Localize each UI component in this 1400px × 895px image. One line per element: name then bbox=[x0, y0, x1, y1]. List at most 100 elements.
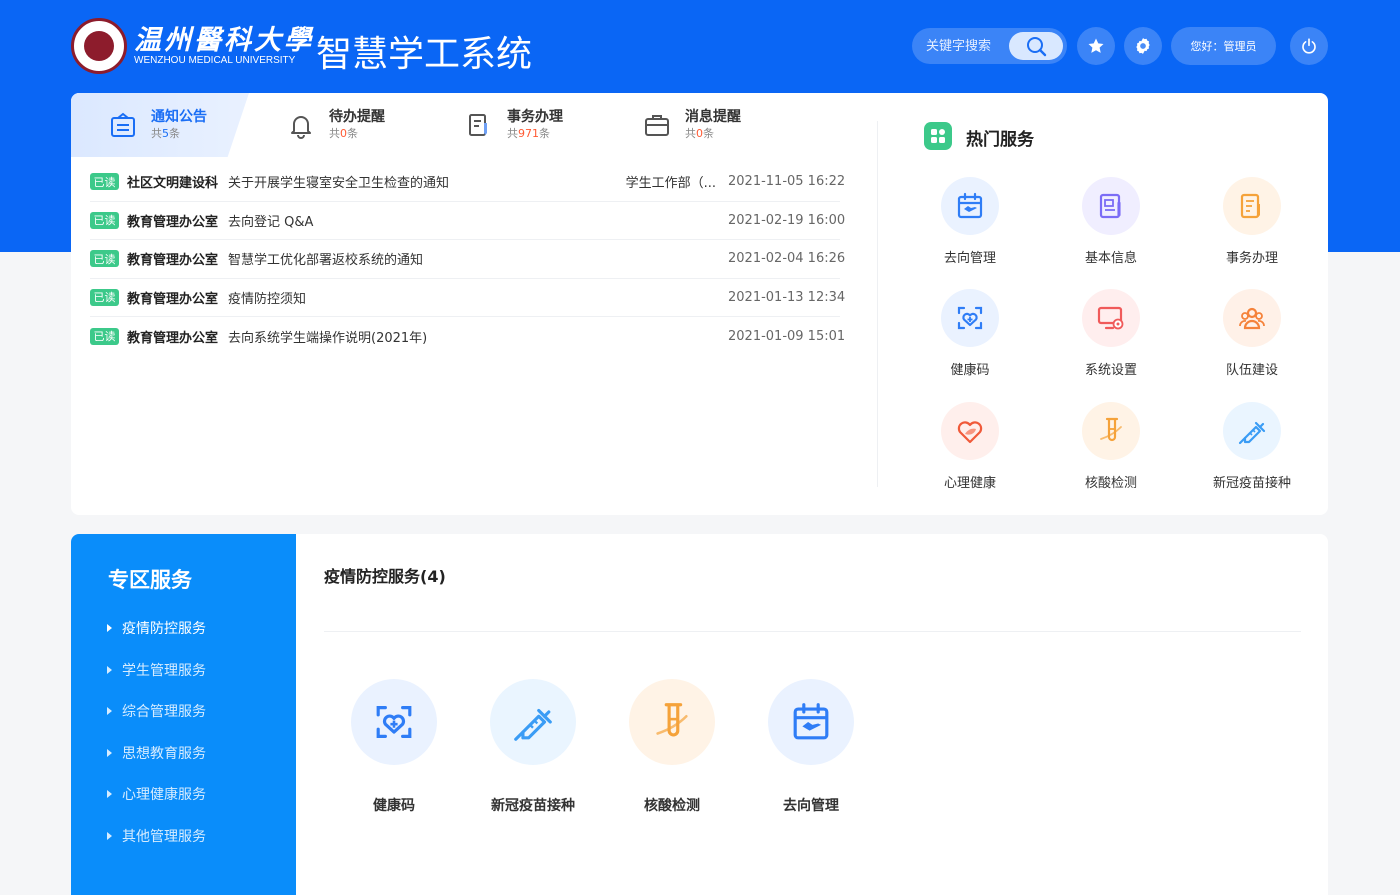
notice-title[interactable]: 去向登记 Q&A bbox=[228, 211, 716, 230]
caret-right-icon bbox=[107, 707, 112, 715]
zone-menu-label: 思想教育服务 bbox=[122, 745, 206, 762]
calendar-plane-icon bbox=[793, 703, 829, 740]
notice-title[interactable]: 疫情防控须知 bbox=[228, 288, 716, 307]
hot-service-item[interactable]: 事务办理 bbox=[1197, 177, 1307, 285]
notice-time: 2021-11-05 16:22 bbox=[728, 174, 846, 190]
user-greeting[interactable]: 您好：管理员 bbox=[1171, 27, 1276, 65]
heart-leaf-icon bbox=[957, 421, 983, 444]
university-name-en: WENZHOU MEDICAL UNIVERSITY bbox=[134, 55, 296, 66]
gear-icon bbox=[1136, 38, 1150, 54]
zone-menu-item[interactable]: 综合管理服务 bbox=[107, 701, 206, 721]
notice-row[interactable]: 已读 教育管理办公室 去向登记 Q&A 2021-02-19 16:00 bbox=[90, 202, 845, 240]
zone-menu-item[interactable]: 其他管理服务 bbox=[107, 826, 206, 846]
notice-title[interactable]: 智慧学工优化部署返校系统的通知 bbox=[228, 249, 716, 268]
zone-service-item[interactable]: 去向管理 bbox=[746, 679, 876, 815]
hot-services-title: 热门服务 bbox=[966, 130, 1034, 150]
overview-card: 通知公告 共5条 待办提醒 共0条 事务办理 共971条 消息提醒 共0条 已读… bbox=[71, 93, 1328, 515]
notice-time: 2021-02-04 16:26 bbox=[728, 251, 846, 267]
hot-service-item[interactable]: 核酸检测 bbox=[1056, 402, 1166, 510]
zone-menu-label: 疫情防控服务 bbox=[122, 621, 206, 637]
favorites-button[interactable] bbox=[1077, 27, 1115, 65]
hot-service-item[interactable]: 健康码 bbox=[915, 289, 1025, 397]
read-badge: 已读 bbox=[90, 173, 119, 191]
tab-affairs[interactable]: 事务办理 共971条 bbox=[465, 93, 563, 157]
notice-row[interactable]: 已读 教育管理办公室 去向系统学生端操作说明(2021年) 2021-01-09… bbox=[90, 317, 845, 356]
hot-service-icon-circle bbox=[1082, 177, 1140, 235]
monitor-gear-icon bbox=[1097, 306, 1124, 330]
zone-menu-label: 心理健康服务 bbox=[122, 787, 206, 803]
notice-department: 教育管理办公室 bbox=[127, 253, 219, 269]
hot-service-label: 基本信息 bbox=[1084, 251, 1137, 266]
zone-service-icon-circle bbox=[351, 679, 437, 765]
tab-todo-title: 待办提醒 bbox=[329, 109, 385, 125]
star-icon bbox=[1088, 38, 1104, 53]
search-button[interactable] bbox=[1009, 32, 1063, 60]
zone-service-label: 核酸检测 bbox=[644, 798, 700, 814]
tab-notices-count: 共5条 bbox=[151, 127, 180, 140]
profile-card-icon bbox=[1099, 193, 1121, 219]
zone-service-icon-circle bbox=[768, 679, 854, 765]
notice-row[interactable]: 已读 教育管理办公室 疫情防控须知 2021-01-13 12:34 bbox=[90, 279, 845, 317]
hot-service-label: 系统设置 bbox=[1084, 363, 1137, 378]
zone-services-card: 专区服务 疫情防控服务学生管理服务 综合管理服务思想教育服务 心理健康服务其他管理服… bbox=[71, 534, 1328, 895]
tab-todo[interactable]: 待办提醒 共0条 bbox=[287, 93, 385, 157]
tab-notices[interactable]: 通知公告 共5条 bbox=[71, 93, 249, 157]
notice-title[interactable]: 去向系统学生端操作说明(2021年) bbox=[228, 327, 716, 346]
hot-service-icon-circle bbox=[941, 177, 999, 235]
test-tube-icon bbox=[1100, 417, 1122, 442]
read-badge: 已读 bbox=[90, 288, 119, 306]
zone-menu-item[interactable]: 学生管理服务 bbox=[107, 660, 206, 680]
hot-service-icon-circle bbox=[1082, 289, 1140, 347]
search-input[interactable] bbox=[926, 37, 1016, 55]
zone-service-label: 去向管理 bbox=[783, 798, 839, 814]
hot-service-icon-circle bbox=[1082, 402, 1140, 460]
section-title: 疫情防控服务(4) bbox=[324, 567, 446, 586]
system-title: 智慧学工系统 bbox=[316, 34, 533, 75]
bell-icon bbox=[291, 116, 311, 139]
hot-service-item[interactable]: 系统设置 bbox=[1056, 289, 1166, 397]
hot-service-item[interactable]: 新冠疫苗接种 bbox=[1197, 402, 1307, 510]
hot-service-icon-circle bbox=[941, 402, 999, 460]
apps-grid-icon bbox=[924, 122, 952, 150]
logout-button[interactable] bbox=[1290, 27, 1328, 65]
test-tube-icon bbox=[656, 703, 688, 737]
hot-service-item[interactable]: 去向管理 bbox=[915, 177, 1025, 285]
caret-right-icon bbox=[107, 624, 112, 632]
university-name-cn: 温州醫科大學 bbox=[134, 25, 314, 56]
search-box bbox=[912, 28, 1067, 64]
hot-service-label: 队伍建设 bbox=[1225, 363, 1278, 378]
hot-service-label: 核酸检测 bbox=[1084, 476, 1137, 491]
notice-row[interactable]: 已读 教育管理办公室 智慧学工优化部署返校系统的通知 2021-02-04 16… bbox=[90, 240, 846, 279]
zone-sidebar: 专区服务 疫情防控服务学生管理服务 综合管理服务思想教育服务 心理健康服务其他管理服… bbox=[71, 534, 296, 895]
hot-service-label: 去向管理 bbox=[943, 251, 996, 266]
zone-menu-item[interactable]: 思想教育服务 bbox=[107, 743, 206, 763]
search-icon bbox=[1027, 37, 1047, 57]
tab-messages[interactable]: 消息提醒 共0条 bbox=[643, 93, 741, 157]
team-icon bbox=[1239, 307, 1265, 330]
syringe-icon bbox=[1238, 421, 1266, 445]
notice-department: 教育管理办公室 bbox=[127, 291, 219, 307]
zone-menu-item[interactable]: 心理健康服务 bbox=[107, 784, 206, 804]
notice-list: 已读 社区文明建设科 关于开展学生寝室安全卫生检查的通知 学生工作部（... 2… bbox=[90, 163, 846, 356]
document-edit-icon bbox=[469, 114, 487, 136]
notice-title[interactable]: 关于开展学生寝室安全卫生检查的通知 bbox=[228, 172, 626, 191]
zone-service-item[interactable]: 核酸检测 bbox=[607, 679, 737, 815]
caret-right-icon bbox=[107, 831, 112, 840]
zone-menu-item[interactable]: 疫情防控服务 bbox=[107, 618, 206, 638]
hot-service-item[interactable]: 基本信息 bbox=[1056, 177, 1166, 285]
notice-row[interactable]: 已读 社区文明建设科 关于开展学生寝室安全卫生检查的通知 学生工作部（... 2… bbox=[90, 163, 846, 202]
zone-service-item[interactable]: 新冠疫苗接种 bbox=[468, 679, 598, 815]
zone-service-item[interactable]: 健康码 bbox=[329, 679, 459, 815]
caret-right-icon bbox=[107, 748, 112, 757]
notice-department: 教育管理办公室 bbox=[127, 214, 219, 230]
hot-service-label: 健康码 bbox=[950, 363, 990, 378]
hot-service-item[interactable]: 队伍建设 bbox=[1197, 289, 1307, 397]
notice-department: 教育管理办公室 bbox=[127, 330, 219, 346]
zone-title: 专区服务 bbox=[108, 568, 192, 592]
notice-department: 社区文明建设科 bbox=[127, 176, 219, 192]
settings-button[interactable] bbox=[1124, 27, 1162, 65]
read-badge: 已读 bbox=[90, 250, 119, 268]
hot-service-item[interactable]: 心理健康 bbox=[915, 402, 1025, 510]
briefcase-icon bbox=[645, 115, 669, 136]
zone-service-label: 健康码 bbox=[373, 798, 415, 814]
